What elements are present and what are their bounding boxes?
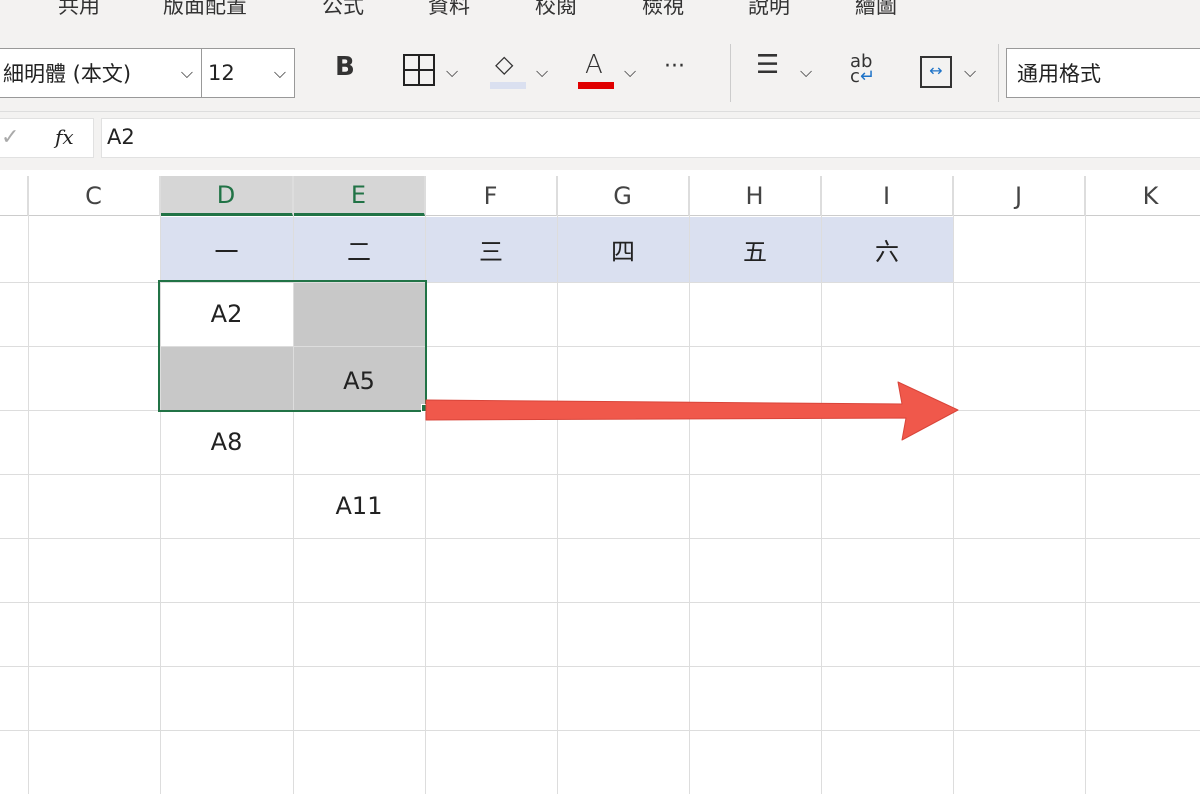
borders-icon[interactable] (403, 54, 435, 86)
arrow-annotation (425, 381, 959, 441)
column-header-G[interactable]: G (557, 176, 689, 216)
align-icon[interactable]: ☰ (756, 50, 779, 80)
fill-color-icon[interactable]: ◇ (495, 50, 513, 78)
font-name-select[interactable]: 細明體 (本文) ⌵ (0, 48, 202, 98)
cell-E5[interactable]: A11 (293, 474, 425, 538)
more-button[interactable]: ··· (664, 54, 685, 79)
chevron-down-icon: ⌵ (273, 63, 286, 82)
wrap-text-icon[interactable]: ab c↵ (850, 53, 875, 86)
ribbon: 共用 版面配置 公式 資料 校閱 檢視 說明 繪圖 細明體 (本文) ⌵ 12 ⌵ … (0, 0, 1200, 112)
formula-buttons: ✓ fx (0, 118, 94, 158)
formula-value: A2 (107, 125, 135, 149)
chevron-down-icon: ⌵ (800, 62, 813, 81)
column-header-B[interactable] (0, 176, 28, 216)
divider (730, 44, 731, 102)
cell-F1[interactable]: 三 (425, 217, 557, 282)
chevron-down-icon: ⌵ (180, 63, 193, 82)
column-header-K[interactable]: K (1085, 176, 1200, 216)
column-header-F[interactable]: F (425, 176, 557, 216)
cell-D1[interactable]: 一 (160, 217, 293, 282)
font-color-button[interactable]: A (585, 50, 603, 80)
column-header-E[interactable]: E (293, 176, 425, 216)
column-header-H[interactable]: H (689, 176, 821, 216)
cell-D4[interactable]: A8 (160, 410, 293, 474)
arrow-right-icon (425, 381, 959, 441)
formula-input[interactable]: A2 (101, 118, 1200, 158)
number-format-value: 通用格式 (1017, 62, 1101, 86)
chevron-down-icon: ⌵ (446, 62, 459, 81)
chevron-down-icon: ⌵ (536, 62, 549, 81)
column-header-C[interactable]: C (28, 176, 160, 216)
chevron-down-icon: ⌵ (624, 62, 637, 81)
bold-button[interactable]: B (335, 52, 355, 82)
tab-share[interactable]: 共用 (58, 0, 100, 20)
fx-icon[interactable]: fx (55, 125, 74, 149)
font-size-select[interactable]: 12 ⌵ (201, 48, 295, 98)
font-size-value: 12 (208, 61, 235, 85)
column-header-I[interactable]: I (821, 176, 953, 216)
selection-border (158, 280, 427, 412)
tab-help[interactable]: 說明 (748, 0, 790, 20)
tab-page-layout[interactable]: 版面配置 (163, 0, 247, 20)
font-name-value: 細明體 (本文) (3, 62, 132, 86)
chevron-down-icon: ⌵ (964, 62, 977, 81)
tab-formulas[interactable]: 公式 (322, 0, 364, 20)
number-format-select[interactable]: 通用格式 (1006, 48, 1200, 98)
column-header-D[interactable]: D (160, 176, 293, 216)
divider (998, 44, 999, 102)
cell-I1[interactable]: 六 (821, 217, 953, 282)
formula-bar: ✓ fx A2 (0, 112, 1200, 170)
fill-color-swatch (490, 82, 526, 89)
check-icon[interactable]: ✓ (1, 125, 19, 150)
tab-data[interactable]: 資料 (428, 0, 470, 20)
tab-review[interactable]: 校閱 (535, 0, 577, 20)
tab-draw[interactable]: 繪圖 (855, 0, 897, 20)
merge-cells-icon[interactable]: ↔ (920, 56, 952, 88)
tab-view[interactable]: 檢視 (642, 0, 684, 20)
cell-H1[interactable]: 五 (689, 217, 821, 282)
cell-G1[interactable]: 四 (557, 217, 689, 282)
cell-E1[interactable]: 二 (293, 217, 425, 282)
font-color-swatch (578, 82, 614, 89)
column-header-J[interactable]: J (953, 176, 1085, 216)
